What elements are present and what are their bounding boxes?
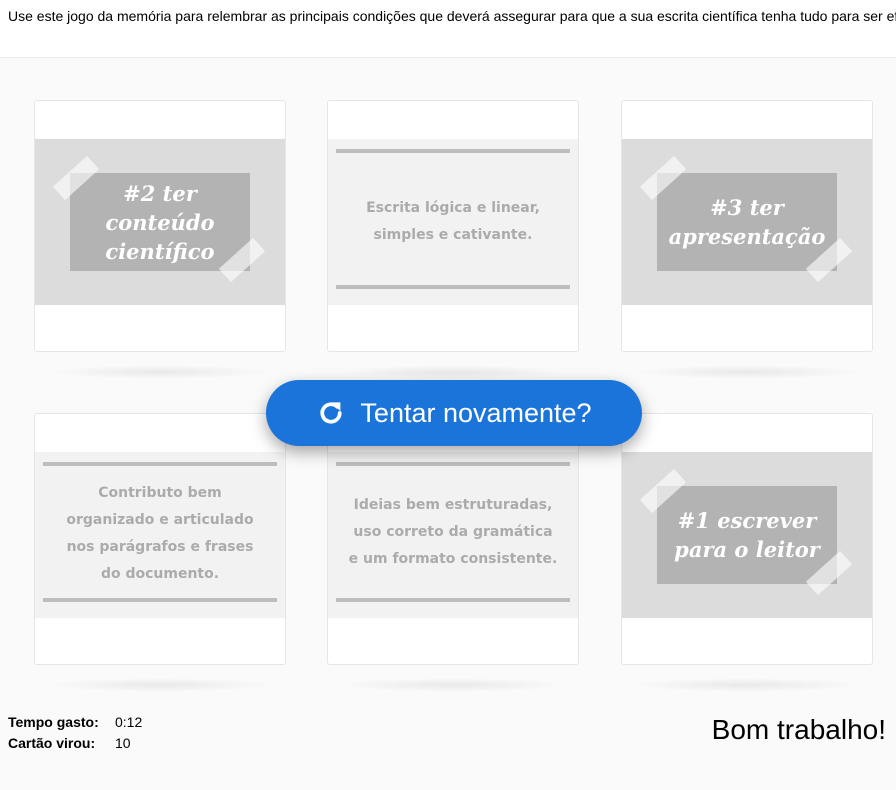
card-text-line: Contributo bem xyxy=(98,485,222,501)
card-text-line: para o leitor xyxy=(674,537,820,562)
card-plaque: #2 ter conteúdo científico xyxy=(70,173,250,271)
time-label: Tempo gasto: xyxy=(8,714,99,730)
card-plaque: #3 ter apresentação xyxy=(657,173,837,271)
card-text-line: organizado e articulado xyxy=(66,512,254,528)
card-text: Contributo bem organizado e articulado n… xyxy=(45,480,275,588)
divider-line xyxy=(43,462,277,466)
instructions-text: Use este jogo da memória para relembrar … xyxy=(0,0,896,58)
card-image: #1 escrever para o leitor xyxy=(622,452,872,618)
memory-card[interactable]: #3 ter apresentação xyxy=(621,100,873,379)
card-plaque: #1 escrever para o leitor xyxy=(657,486,837,584)
memory-card[interactable]: #2 ter conteúdo científico xyxy=(34,100,286,379)
card-text-line: simples e cativante. xyxy=(373,227,533,243)
divider-line xyxy=(336,598,570,602)
divider-line xyxy=(43,598,277,602)
card-text-line: #1 escrever xyxy=(677,508,817,533)
retry-button[interactable]: Tentar novamente? xyxy=(266,380,642,446)
retry-button-label: Tentar novamente? xyxy=(360,397,592,428)
result-message: Bom trabalho! xyxy=(711,714,886,745)
divider-line xyxy=(336,285,570,289)
memory-card[interactable]: #1 escrever para o leitor xyxy=(621,413,873,692)
flips-label: Cartão virou: xyxy=(8,735,96,751)
card-text-line: nos parágrafos e frases xyxy=(66,539,254,555)
card-text-line: Escrita lógica e linear, xyxy=(366,200,540,216)
card-text-line: apresentação xyxy=(668,224,826,249)
card-text-line: #2 ter xyxy=(123,180,197,206)
divider-line xyxy=(336,149,570,153)
time-value: 0:12 xyxy=(115,714,143,730)
memory-card[interactable]: Ideias bem estruturadas, uso correto da … xyxy=(327,413,579,692)
card-text: Escrita lógica e linear, simples e cativ… xyxy=(338,195,568,249)
game-stats: Tempo gasto: 0:12 Cartão virou: 10 xyxy=(8,712,142,754)
memory-card[interactable]: Escrita lógica e linear, simples e cativ… xyxy=(327,100,579,379)
card-image: Contributo bem organizado e articulado n… xyxy=(35,452,285,618)
refresh-icon xyxy=(320,402,343,424)
divider-line xyxy=(336,462,570,466)
card-image: #2 ter conteúdo científico xyxy=(35,139,285,305)
card-text-line: científico xyxy=(105,238,215,264)
card-text-line: Ideias bem estruturadas, xyxy=(353,497,553,513)
flips-value: 10 xyxy=(115,735,131,751)
card-text-line: #3 ter xyxy=(710,195,784,220)
card-image: #3 ter apresentação xyxy=(622,139,872,305)
card-text-line: e um formato consistente. xyxy=(348,551,558,567)
card-text-line: conteúdo xyxy=(105,209,215,235)
card-image: Escrita lógica e linear, simples e cativ… xyxy=(328,139,578,305)
card-text: Ideias bem estruturadas, uso correto da … xyxy=(338,492,568,573)
memory-card[interactable]: Contributo bem organizado e articulado n… xyxy=(34,413,286,692)
card-image: Ideias bem estruturadas, uso correto da … xyxy=(328,452,578,618)
card-text-line: do documento. xyxy=(100,566,220,582)
card-text-line: uso correto da gramática xyxy=(353,524,553,540)
